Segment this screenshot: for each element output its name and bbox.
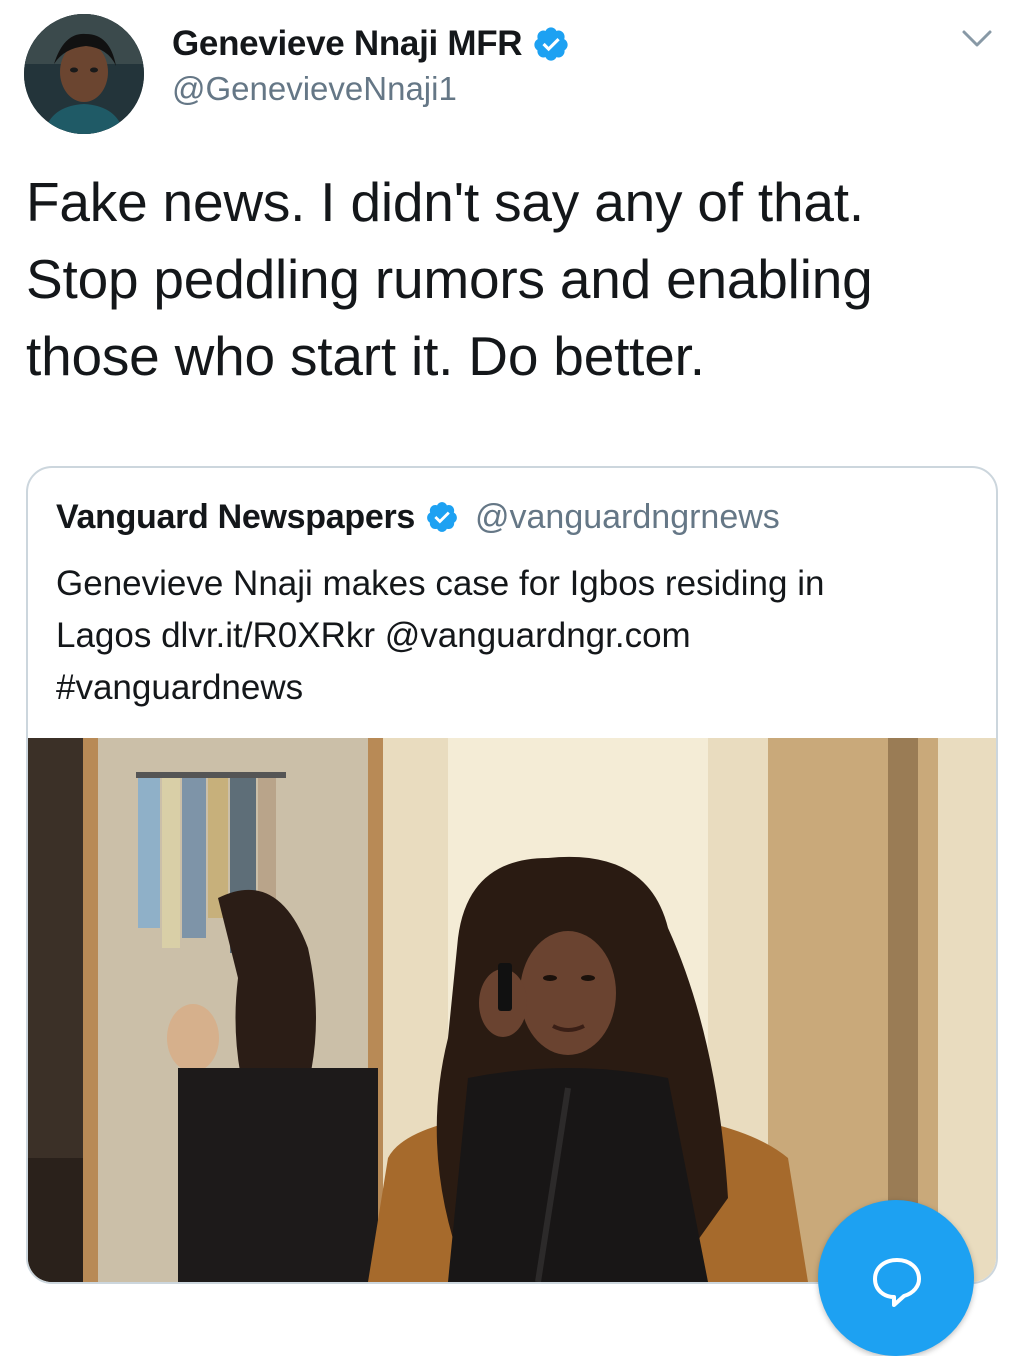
chevron-down-icon[interactable] xyxy=(958,24,996,54)
verified-badge-icon xyxy=(425,500,459,534)
quoted-tweet-card[interactable]: Vanguard Newspapers @vanguardngrnews Gen… xyxy=(26,466,998,1284)
profile-photo xyxy=(24,14,144,134)
speech-bubble-icon xyxy=(870,1254,924,1308)
quoted-author-display-name: Vanguard Newspapers xyxy=(56,497,415,536)
verified-badge-icon xyxy=(532,25,570,63)
quoted-author-handle: @vanguardngrnews xyxy=(475,497,780,536)
quoted-tweet-text: Genevieve Nnaji makes case for Igbos res… xyxy=(56,564,825,707)
author-handle[interactable]: @GenevieveNnaji1 xyxy=(172,70,457,108)
author-display-name[interactable]: Genevieve Nnaji MFR xyxy=(172,24,523,64)
quoted-tweet-header: Vanguard Newspapers @vanguardngrnews xyxy=(56,494,780,540)
quoted-tweet-media[interactable] xyxy=(28,738,996,1282)
avatar[interactable] xyxy=(24,14,144,134)
tweet-text: Fake news. I didn't say any of that. Sto… xyxy=(26,171,873,387)
author-name-row: Genevieve Nnaji MFR xyxy=(172,18,570,70)
photo xyxy=(28,738,996,1282)
compose-button[interactable] xyxy=(818,1200,974,1356)
